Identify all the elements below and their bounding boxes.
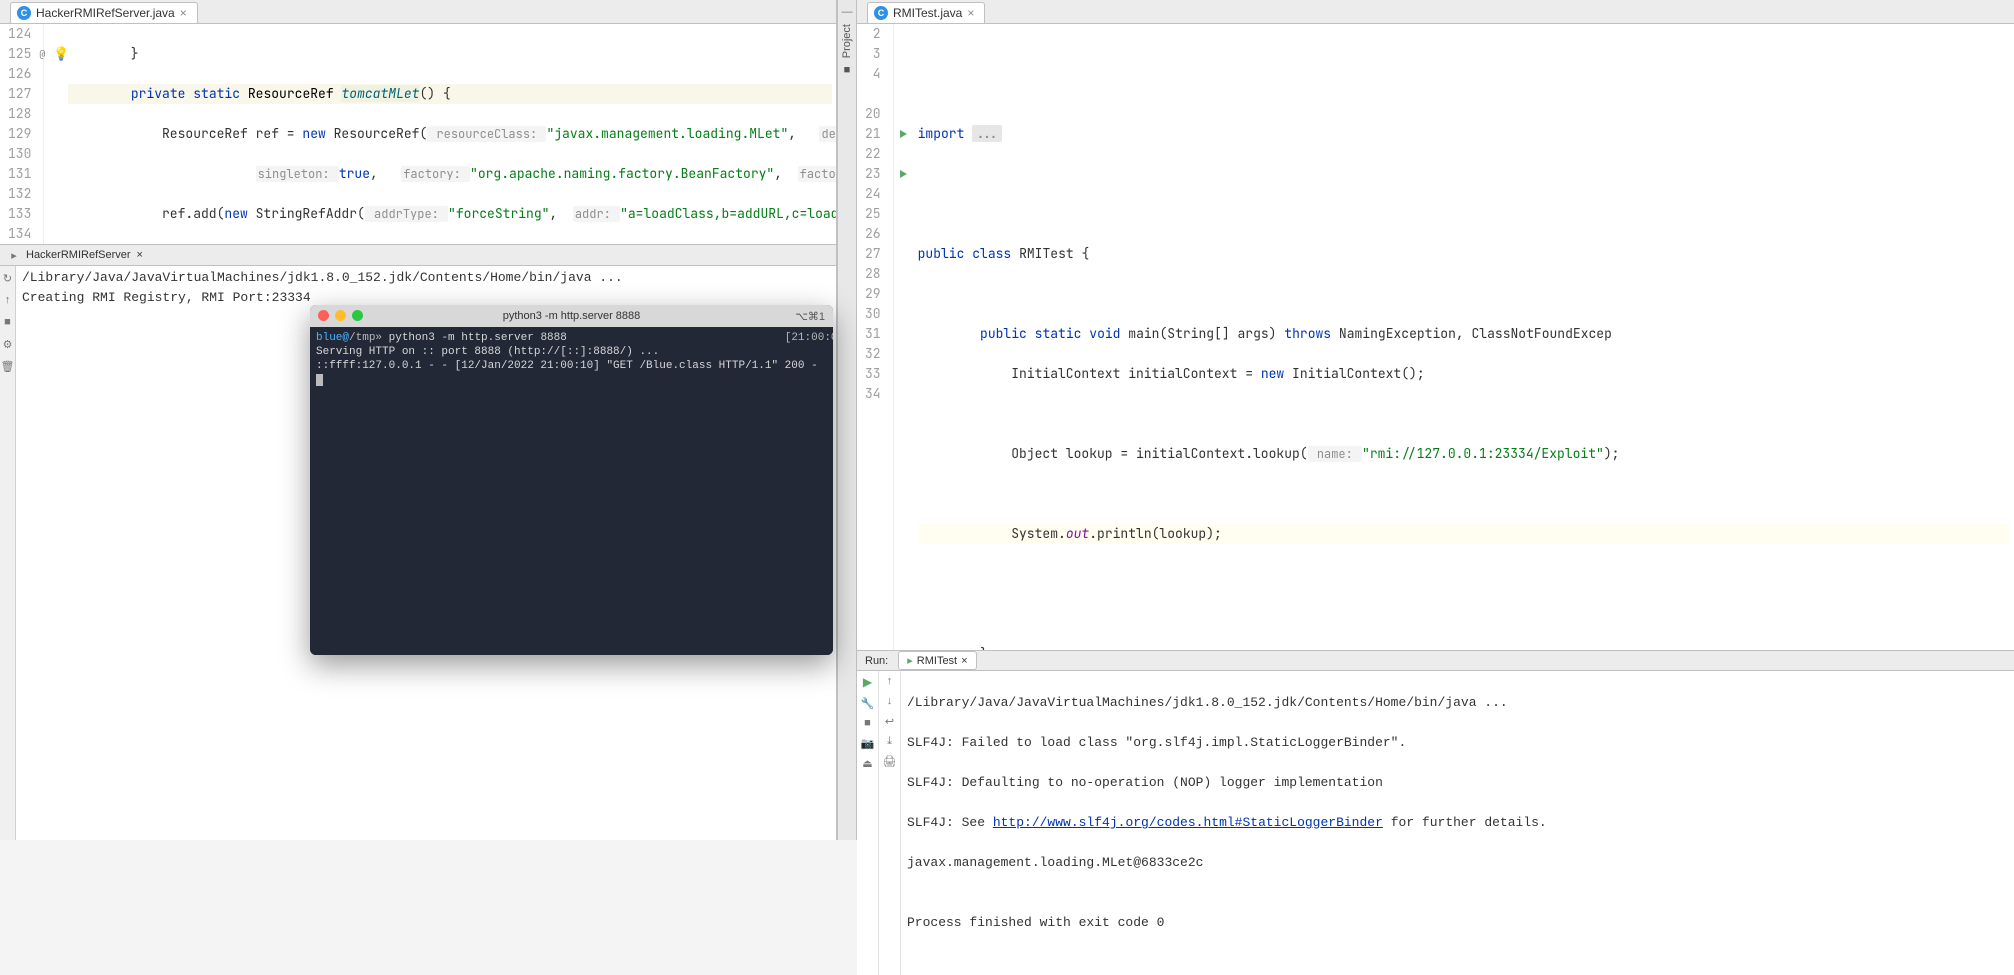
print-icon[interactable]: 🖨 (884, 755, 896, 767)
terminal-shortcut: ⌥⌘1 (795, 310, 825, 323)
project-label[interactable]: Project (841, 24, 853, 58)
rerun-icon[interactable]: ▶ (863, 675, 872, 689)
right-editor[interactable]: 234202122232425262728293031323334 import… (857, 24, 2014, 650)
up-icon[interactable]: ↑ (884, 675, 896, 687)
exit-icon[interactable]: ⏏ (862, 757, 874, 769)
run-panel: Run: ▸ RMITest × ▶ 🔧 ■ 📷 ⏏ ↑ ↓ ↩ ⤓ 🖨 (857, 650, 2014, 840)
softwrap-icon[interactable]: ↩ (884, 715, 896, 727)
run-config-tab[interactable]: ▸ RMITest × (898, 651, 976, 670)
run-config-icon: ▸ (907, 654, 913, 667)
console-line: SLF4J: Failed to load class "org.slf4j.i… (907, 733, 2008, 753)
close-icon[interactable]: × (967, 6, 974, 20)
run-toolbar-primary: ▶ 🔧 ■ 📷 ⏏ (857, 671, 879, 975)
java-class-icon: C (17, 6, 31, 20)
up-icon[interactable]: ↑ (2, 294, 14, 306)
console-line: /Library/Java/JavaVirtualMachines/jdk1.8… (907, 693, 2008, 713)
terminal-body[interactable]: blue@/tmp» python3 -m http.server 8888 [… (310, 327, 833, 655)
close-icon[interactable]: × (180, 6, 187, 20)
left-pane: C HackerRMIRefServer.java × 124125126127… (0, 0, 837, 840)
console-line: /Library/Java/JavaVirtualMachines/jdk1.8… (22, 268, 830, 288)
down-icon[interactable]: ↓ (884, 695, 896, 707)
close-window-icon[interactable] (318, 310, 329, 321)
run-config-name: RMITest (917, 655, 957, 667)
left-tab-bar: C HackerRMIRefServer.java × (0, 0, 836, 24)
tab-hackerrmirefserver[interactable]: C HackerRMIRefServer.java × (10, 2, 198, 23)
gutter-icons: @ 💡 (44, 24, 64, 244)
terminal-title: python3 -m http.server 8888 (503, 310, 641, 322)
tab-label: RMITest.java (893, 6, 962, 20)
project-tool-stripe[interactable]: — Project ■ (837, 0, 857, 840)
tab-label: HackerRMIRefServer.java (36, 6, 175, 20)
close-icon[interactable]: × (961, 655, 967, 667)
terminal-titlebar[interactable]: python3 -m http.server 8888 ⌥⌘1 (310, 305, 833, 327)
camera-icon[interactable]: 📷 (862, 737, 874, 749)
wrench-icon[interactable]: 🔧 (862, 697, 874, 709)
slf4j-link[interactable]: http://www.slf4j.org/codes.html#StaticLo… (993, 815, 1383, 830)
run-label: Run: (865, 655, 888, 667)
left-console-toolbar: ↻ ↑ ■ ⚙ 🗑 (0, 266, 16, 840)
line-gutter: 234202122232425262728293031323334 (857, 24, 894, 650)
left-run-tab-strip: ▸ HackerRMIRefServer × (0, 244, 836, 266)
zoom-window-icon[interactable] (352, 310, 363, 321)
run-output[interactable]: /Library/Java/JavaVirtualMachines/jdk1.8… (901, 671, 2014, 975)
line-gutter: 124125126127128129130131132133134 (0, 24, 44, 244)
run-gutter-icon[interactable] (900, 130, 907, 138)
right-pane: C RMITest.java × 23420212223242526272829… (857, 0, 2014, 840)
console-line: SLF4J: See http://www.slf4j.org/codes.ht… (907, 813, 2008, 833)
settings-icon[interactable]: ⚙ (2, 338, 14, 350)
code-area[interactable]: import ... public class RMITest { public… (914, 24, 2014, 650)
java-class-icon: C (874, 6, 888, 20)
collapse-icon[interactable]: — (841, 6, 853, 18)
trash-icon[interactable]: 🗑 (2, 360, 14, 372)
rerun-icon[interactable]: ↻ (2, 272, 14, 284)
code-area[interactable]: } private static ResourceRef tomcatMLet(… (64, 24, 836, 244)
gutter-icons (894, 24, 914, 650)
console-line: Process finished with exit code 0 (907, 913, 2008, 933)
override-icon[interactable]: @ (39, 44, 45, 64)
console-line: SLF4J: Defaulting to no-operation (NOP) … (907, 773, 2008, 793)
run-config-icon[interactable]: ▸ (8, 249, 20, 261)
left-editor[interactable]: 124125126127128129130131132133134 @ 💡 } … (0, 24, 836, 244)
run-toolbar-secondary: ↑ ↓ ↩ ⤓ 🖨 (879, 671, 901, 975)
window-controls (318, 310, 363, 321)
close-icon[interactable]: × (137, 249, 143, 261)
terminal-window[interactable]: python3 -m http.server 8888 ⌥⌘1 blue@/tm… (310, 305, 833, 655)
run-config-label[interactable]: HackerRMIRefServer (26, 249, 131, 261)
minimize-window-icon[interactable] (335, 310, 346, 321)
run-header: Run: ▸ RMITest × (857, 651, 2014, 671)
stop-icon[interactable]: ■ (2, 316, 14, 328)
stop-icon[interactable]: ■ (862, 717, 874, 729)
fold-region[interactable]: ... (972, 125, 1001, 142)
tab-rmitest[interactable]: C RMITest.java × (867, 2, 985, 23)
folder-icon[interactable]: ■ (841, 64, 853, 76)
scroll-icon[interactable]: ⤓ (884, 735, 896, 747)
right-tab-bar: C RMITest.java × (857, 0, 2014, 24)
run-gutter-icon[interactable] (900, 170, 907, 178)
console-line: javax.management.loading.MLet@6833ce2c (907, 853, 2008, 873)
